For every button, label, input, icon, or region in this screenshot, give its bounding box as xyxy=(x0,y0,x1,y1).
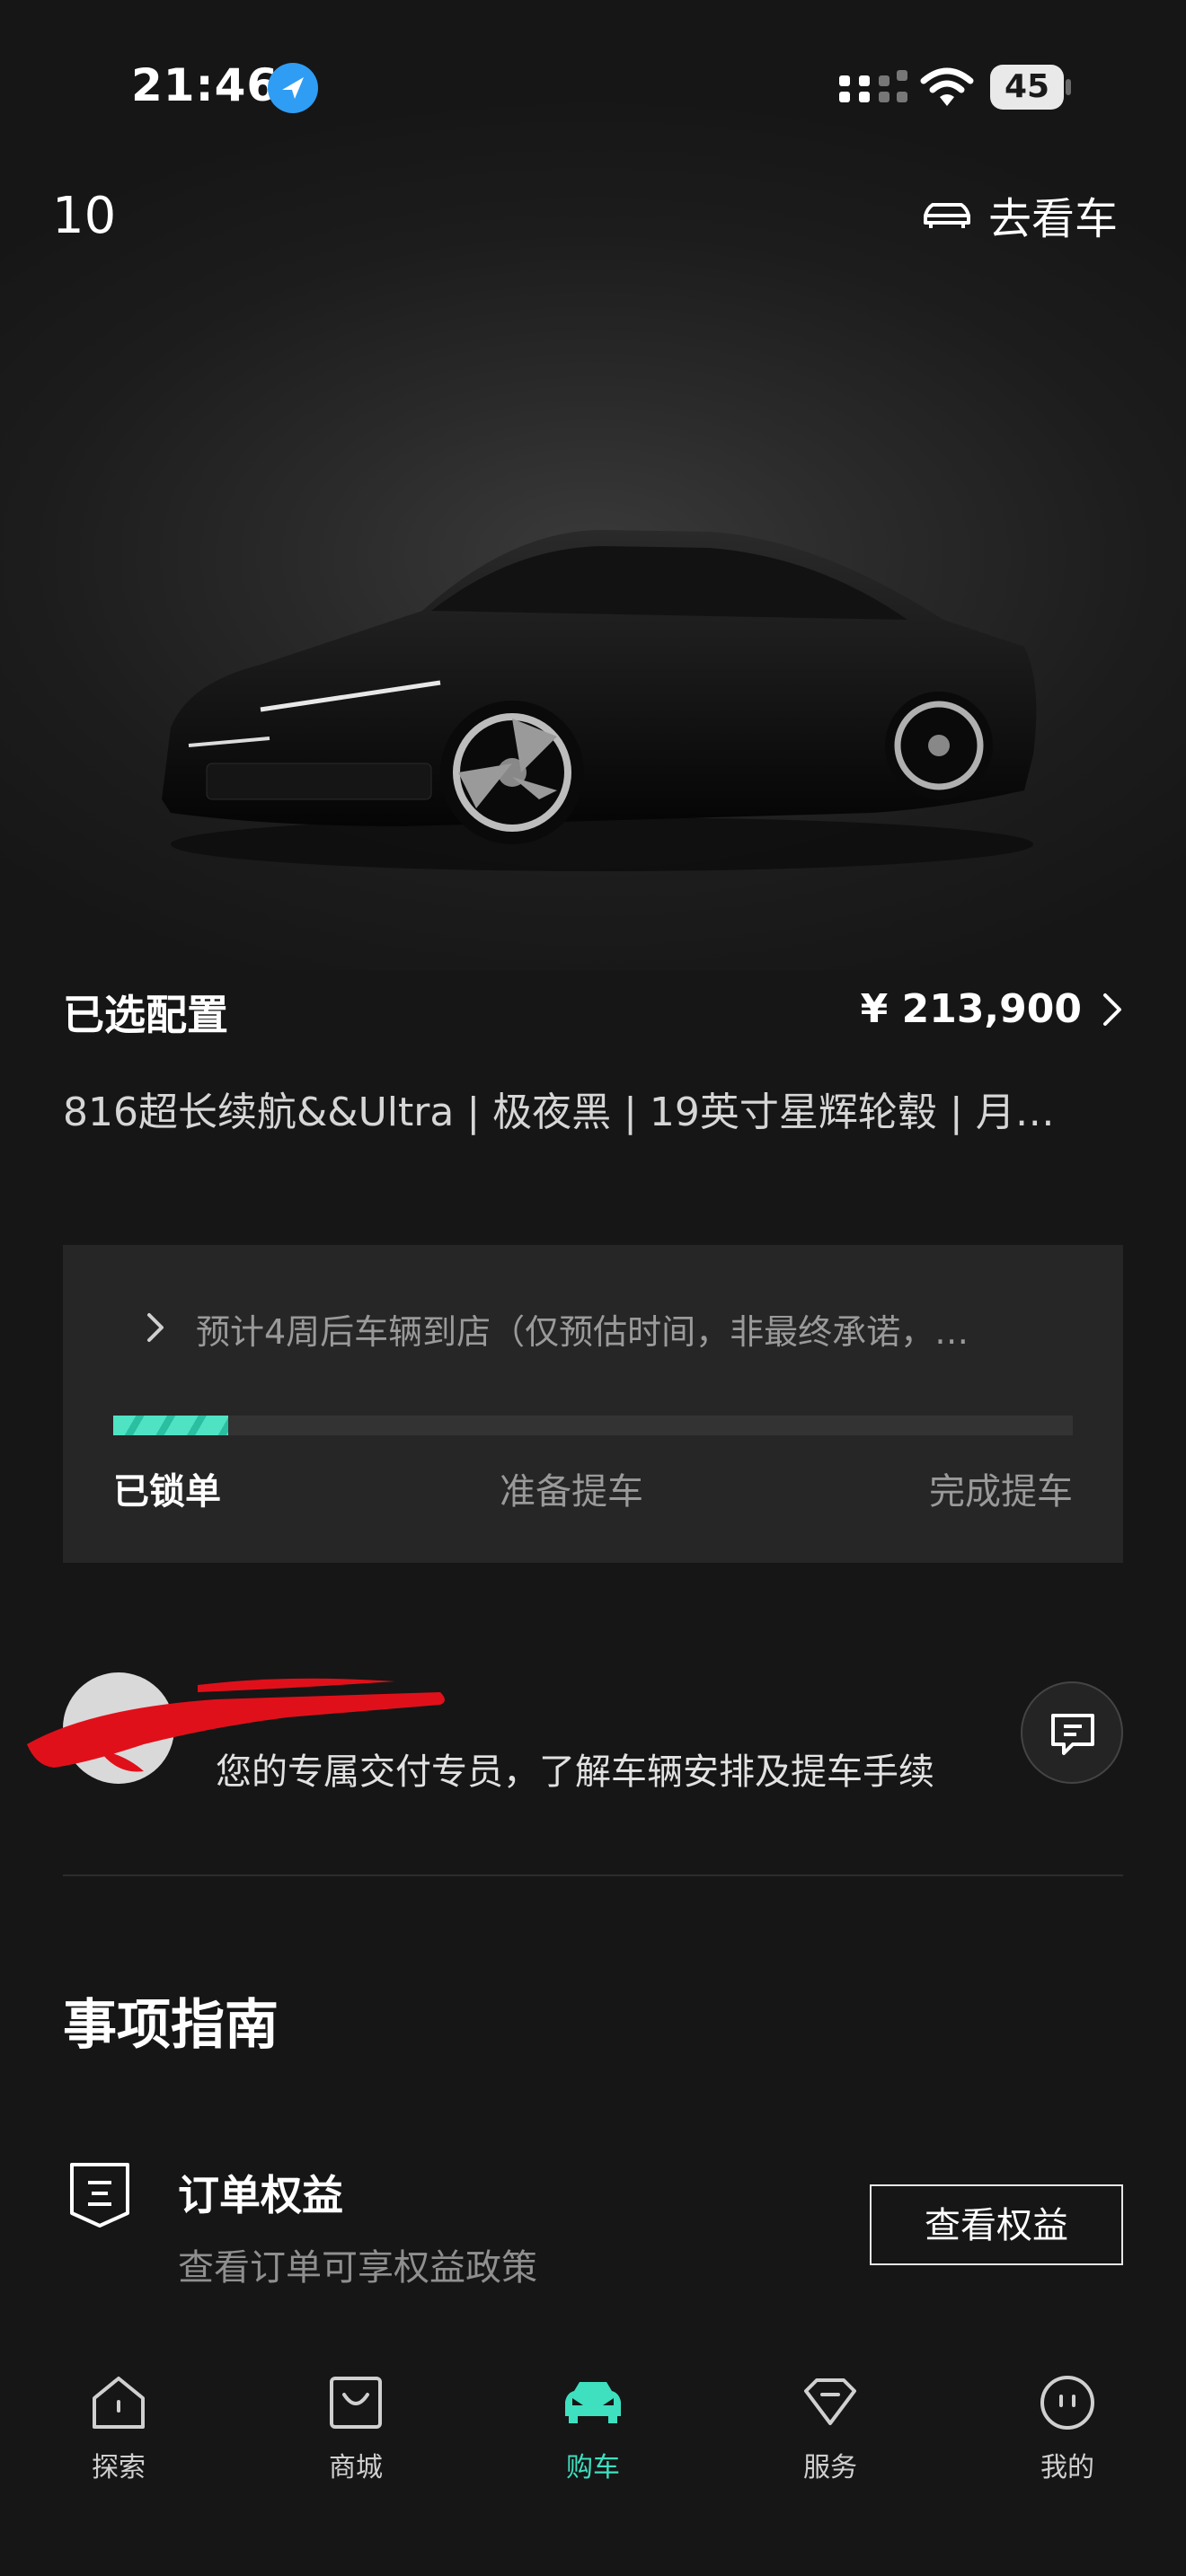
tab-label: 探索 xyxy=(92,2452,146,2483)
see-car-label: 去看车 xyxy=(988,194,1119,244)
model-name: 10 xyxy=(52,187,117,245)
tab-explore[interactable]: 探索 xyxy=(56,2371,181,2484)
cellular-signal-icon xyxy=(839,70,907,102)
tab-me[interactable]: 我的 xyxy=(1005,2371,1130,2484)
guide-title: 事项指南 xyxy=(63,1994,279,2057)
bottom-tab-bar: 探索 商城 购车 服务 我的 xyxy=(0,2339,1186,2576)
shopping-bag-icon xyxy=(330,2377,382,2429)
divider xyxy=(63,1875,1123,1876)
order-benefits-description: 查看订单可享权益政策 xyxy=(178,2247,537,2289)
progress-fill xyxy=(113,1416,229,1435)
progress-track xyxy=(113,1416,1073,1435)
tab-label: 商城 xyxy=(329,2452,383,2483)
tab-buy-car[interactable]: 购车 xyxy=(530,2371,656,2484)
home-icon xyxy=(93,2377,145,2429)
view-benefits-button[interactable]: 查看权益 xyxy=(870,2184,1123,2265)
battery-level: 45 xyxy=(1004,68,1050,105)
step-complete-pickup: 完成提车 xyxy=(929,1471,1073,1513)
estimated-arrival-text[interactable]: 预计4周后车辆到店（仅预估时间，非最终承诺，… xyxy=(196,1304,1076,1354)
order-benefits-icon xyxy=(70,2163,129,2228)
wifi-icon xyxy=(920,67,974,106)
tab-label: 我的 xyxy=(1040,2452,1094,2483)
car-image xyxy=(162,530,1037,871)
advisor-description: 您的专属交付专员，了解车辆安排及提车手续 xyxy=(216,1751,934,1793)
tab-service[interactable]: 服务 xyxy=(767,2371,893,2484)
car-outline-icon xyxy=(924,203,970,228)
step-prepare-pickup: 准备提车 xyxy=(500,1471,643,1513)
step-locked: 已锁单 xyxy=(113,1471,221,1513)
config-price[interactable]: ¥ 213,900 xyxy=(861,986,1082,1032)
see-car-button[interactable]: 去看车 xyxy=(920,183,1118,246)
config-description: 816超长续航&&Ultra | 极夜黑 | 19英寸星辉轮毂 | 月… xyxy=(63,1090,1055,1135)
tab-label: 服务 xyxy=(803,2452,857,2483)
chat-bubble-icon xyxy=(1051,1714,1094,1755)
profile-face-icon xyxy=(1040,2376,1094,2430)
delivery-progress-card: 预计4周后车辆到店（仅预估时间，非最终承诺，… 已锁单 准备提车 完成提车 xyxy=(63,1245,1123,1563)
battery-indicator: 45 xyxy=(990,65,1071,110)
car-icon xyxy=(565,2382,621,2423)
order-benefits-title: 订单权益 xyxy=(178,2171,343,2219)
diamond-icon xyxy=(804,2378,856,2425)
chevron-right-icon[interactable] xyxy=(1102,992,1125,1028)
selected-config-title: 已选配置 xyxy=(63,991,228,1039)
location-arrow-icon xyxy=(268,63,318,113)
status-time: 21:46 xyxy=(131,59,279,111)
tab-mall[interactable]: 商城 xyxy=(293,2371,419,2484)
chat-button[interactable] xyxy=(1021,1681,1123,1784)
chevron-right-icon[interactable] xyxy=(146,1311,165,1344)
tab-label: 购车 xyxy=(566,2452,620,2483)
